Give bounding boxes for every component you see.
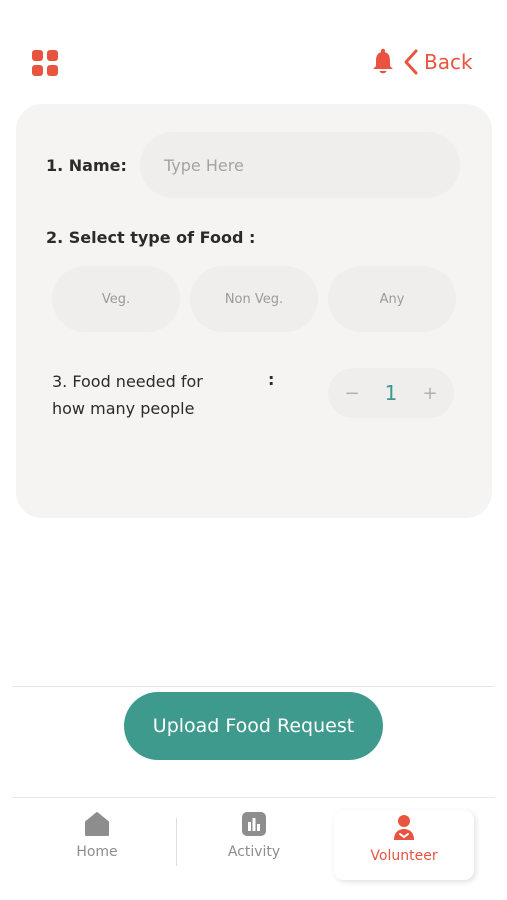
nav-separator [176,818,177,866]
food-option-non-veg[interactable]: Non Veg. [190,266,318,332]
home-icon [85,812,109,836]
activity-icon [242,812,266,836]
name-label: 1. Name: [46,156,127,175]
grid-menu-icon[interactable] [32,50,58,76]
nav-label-volunteer: Volunteer [370,848,438,864]
food-option-any[interactable]: Any [328,266,456,332]
bottom-nav: Home Activity Volunteer [0,800,507,900]
upload-food-request-button[interactable]: Upload Food Request [124,692,383,760]
nav-item-home[interactable]: Home [52,810,142,874]
chevron-left-icon [404,49,418,75]
stepper-minus-button[interactable]: − [344,383,360,404]
people-label-line1: 3. Food needed for [52,372,203,391]
people-stepper: − 1 + [328,368,454,418]
nav-label-home: Home [76,844,118,860]
people-colon: : [268,370,275,389]
stepper-plus-button[interactable]: + [422,383,438,404]
name-input[interactable] [140,132,460,198]
nav-item-activity[interactable]: Activity [208,810,300,874]
top-bar: Back [0,0,507,100]
people-count-label: 3. Food needed for how many people [52,368,203,422]
nav-label-activity: Activity [227,844,281,860]
divider [12,686,495,687]
food-request-form: 1. Name: 2. Select type of Food : Veg. N… [16,104,492,518]
back-label: Back [424,50,473,74]
bell-icon[interactable] [372,48,394,76]
nav-item-volunteer[interactable]: Volunteer [334,810,474,880]
divider [12,797,495,798]
people-label-line2: how many people [52,399,195,418]
food-option-veg[interactable]: Veg. [52,266,180,332]
back-button[interactable]: Back [402,46,473,78]
food-type-label: 2. Select type of Food : [46,228,256,247]
volunteer-icon [394,815,414,840]
stepper-value: 1 [384,381,398,405]
